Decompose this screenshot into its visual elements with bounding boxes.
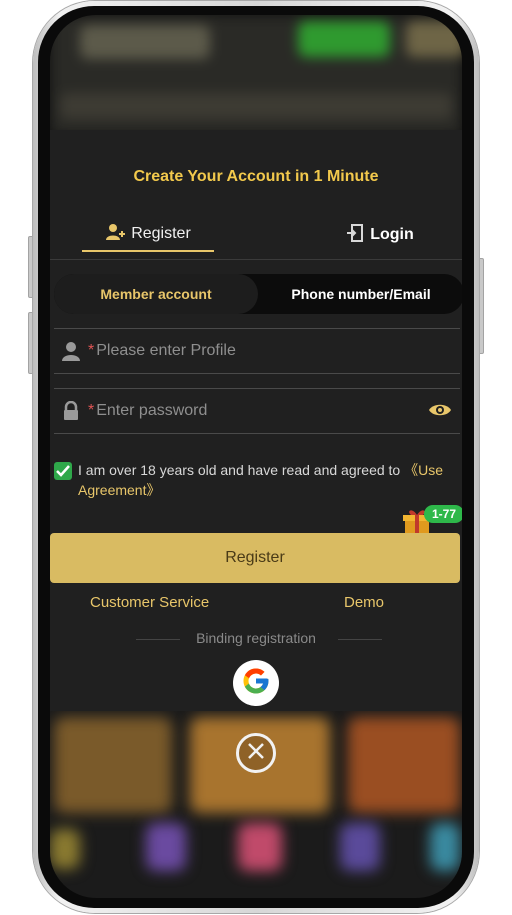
profile-input[interactable]: * Please enter Profile xyxy=(54,328,460,374)
tab-register[interactable]: Register xyxy=(82,218,214,252)
tab-register-label: Register xyxy=(131,225,191,242)
stage: Create Your Account in 1 Minute Register… xyxy=(0,0,512,915)
close-modal-button[interactable] xyxy=(236,733,276,773)
gift-promo[interactable]: 1-77 xyxy=(402,505,462,535)
eye-icon[interactable] xyxy=(428,401,452,424)
password-input[interactable]: * Enter password xyxy=(54,388,460,434)
phone-screen: Create Your Account in 1 Minute Register… xyxy=(50,15,462,898)
register-button[interactable]: Register xyxy=(50,533,460,583)
tab-login[interactable]: Login xyxy=(314,218,446,252)
agreement-statement: I am over 18 years old and have read and… xyxy=(78,462,405,478)
auth-tabs: Register Login xyxy=(50,210,462,260)
google-icon xyxy=(241,666,271,701)
lock-icon xyxy=(54,401,88,421)
login-door-icon xyxy=(346,223,364,247)
profile-placeholder: Please enter Profile xyxy=(96,342,236,359)
agreement-text: I am over 18 years old and have read and… xyxy=(78,460,462,500)
user-icon xyxy=(54,341,88,361)
modal-title: Create Your Account in 1 Minute xyxy=(133,168,379,185)
account-type-tabs: Member account Phone number/Email xyxy=(54,274,462,314)
footer-links: Customer Service Demo xyxy=(50,594,462,616)
register-modal: Create Your Account in 1 Minute Register… xyxy=(50,130,462,712)
gift-badge: 1-77 xyxy=(424,505,462,523)
agreement-checkbox[interactable] xyxy=(54,462,72,480)
binding-registration: Binding registration xyxy=(50,630,462,650)
blurred-header-background xyxy=(50,15,462,135)
profile-required-mark: * xyxy=(88,342,95,359)
demo-link[interactable]: Demo xyxy=(344,594,384,611)
close-circle-icon xyxy=(247,742,265,765)
tab-login-label: Login xyxy=(370,226,414,243)
divider-right xyxy=(338,639,382,640)
binding-label: Binding registration xyxy=(196,630,316,646)
tab-phone-email[interactable]: Phone number/Email xyxy=(258,274,462,314)
tab-member-account[interactable]: Member account xyxy=(54,274,258,314)
user-add-icon xyxy=(105,223,126,246)
password-required-mark: * xyxy=(88,402,95,419)
password-placeholder: Enter password xyxy=(96,402,208,419)
customer-service-link[interactable]: Customer Service xyxy=(90,594,209,611)
google-login-button[interactable] xyxy=(233,660,279,706)
